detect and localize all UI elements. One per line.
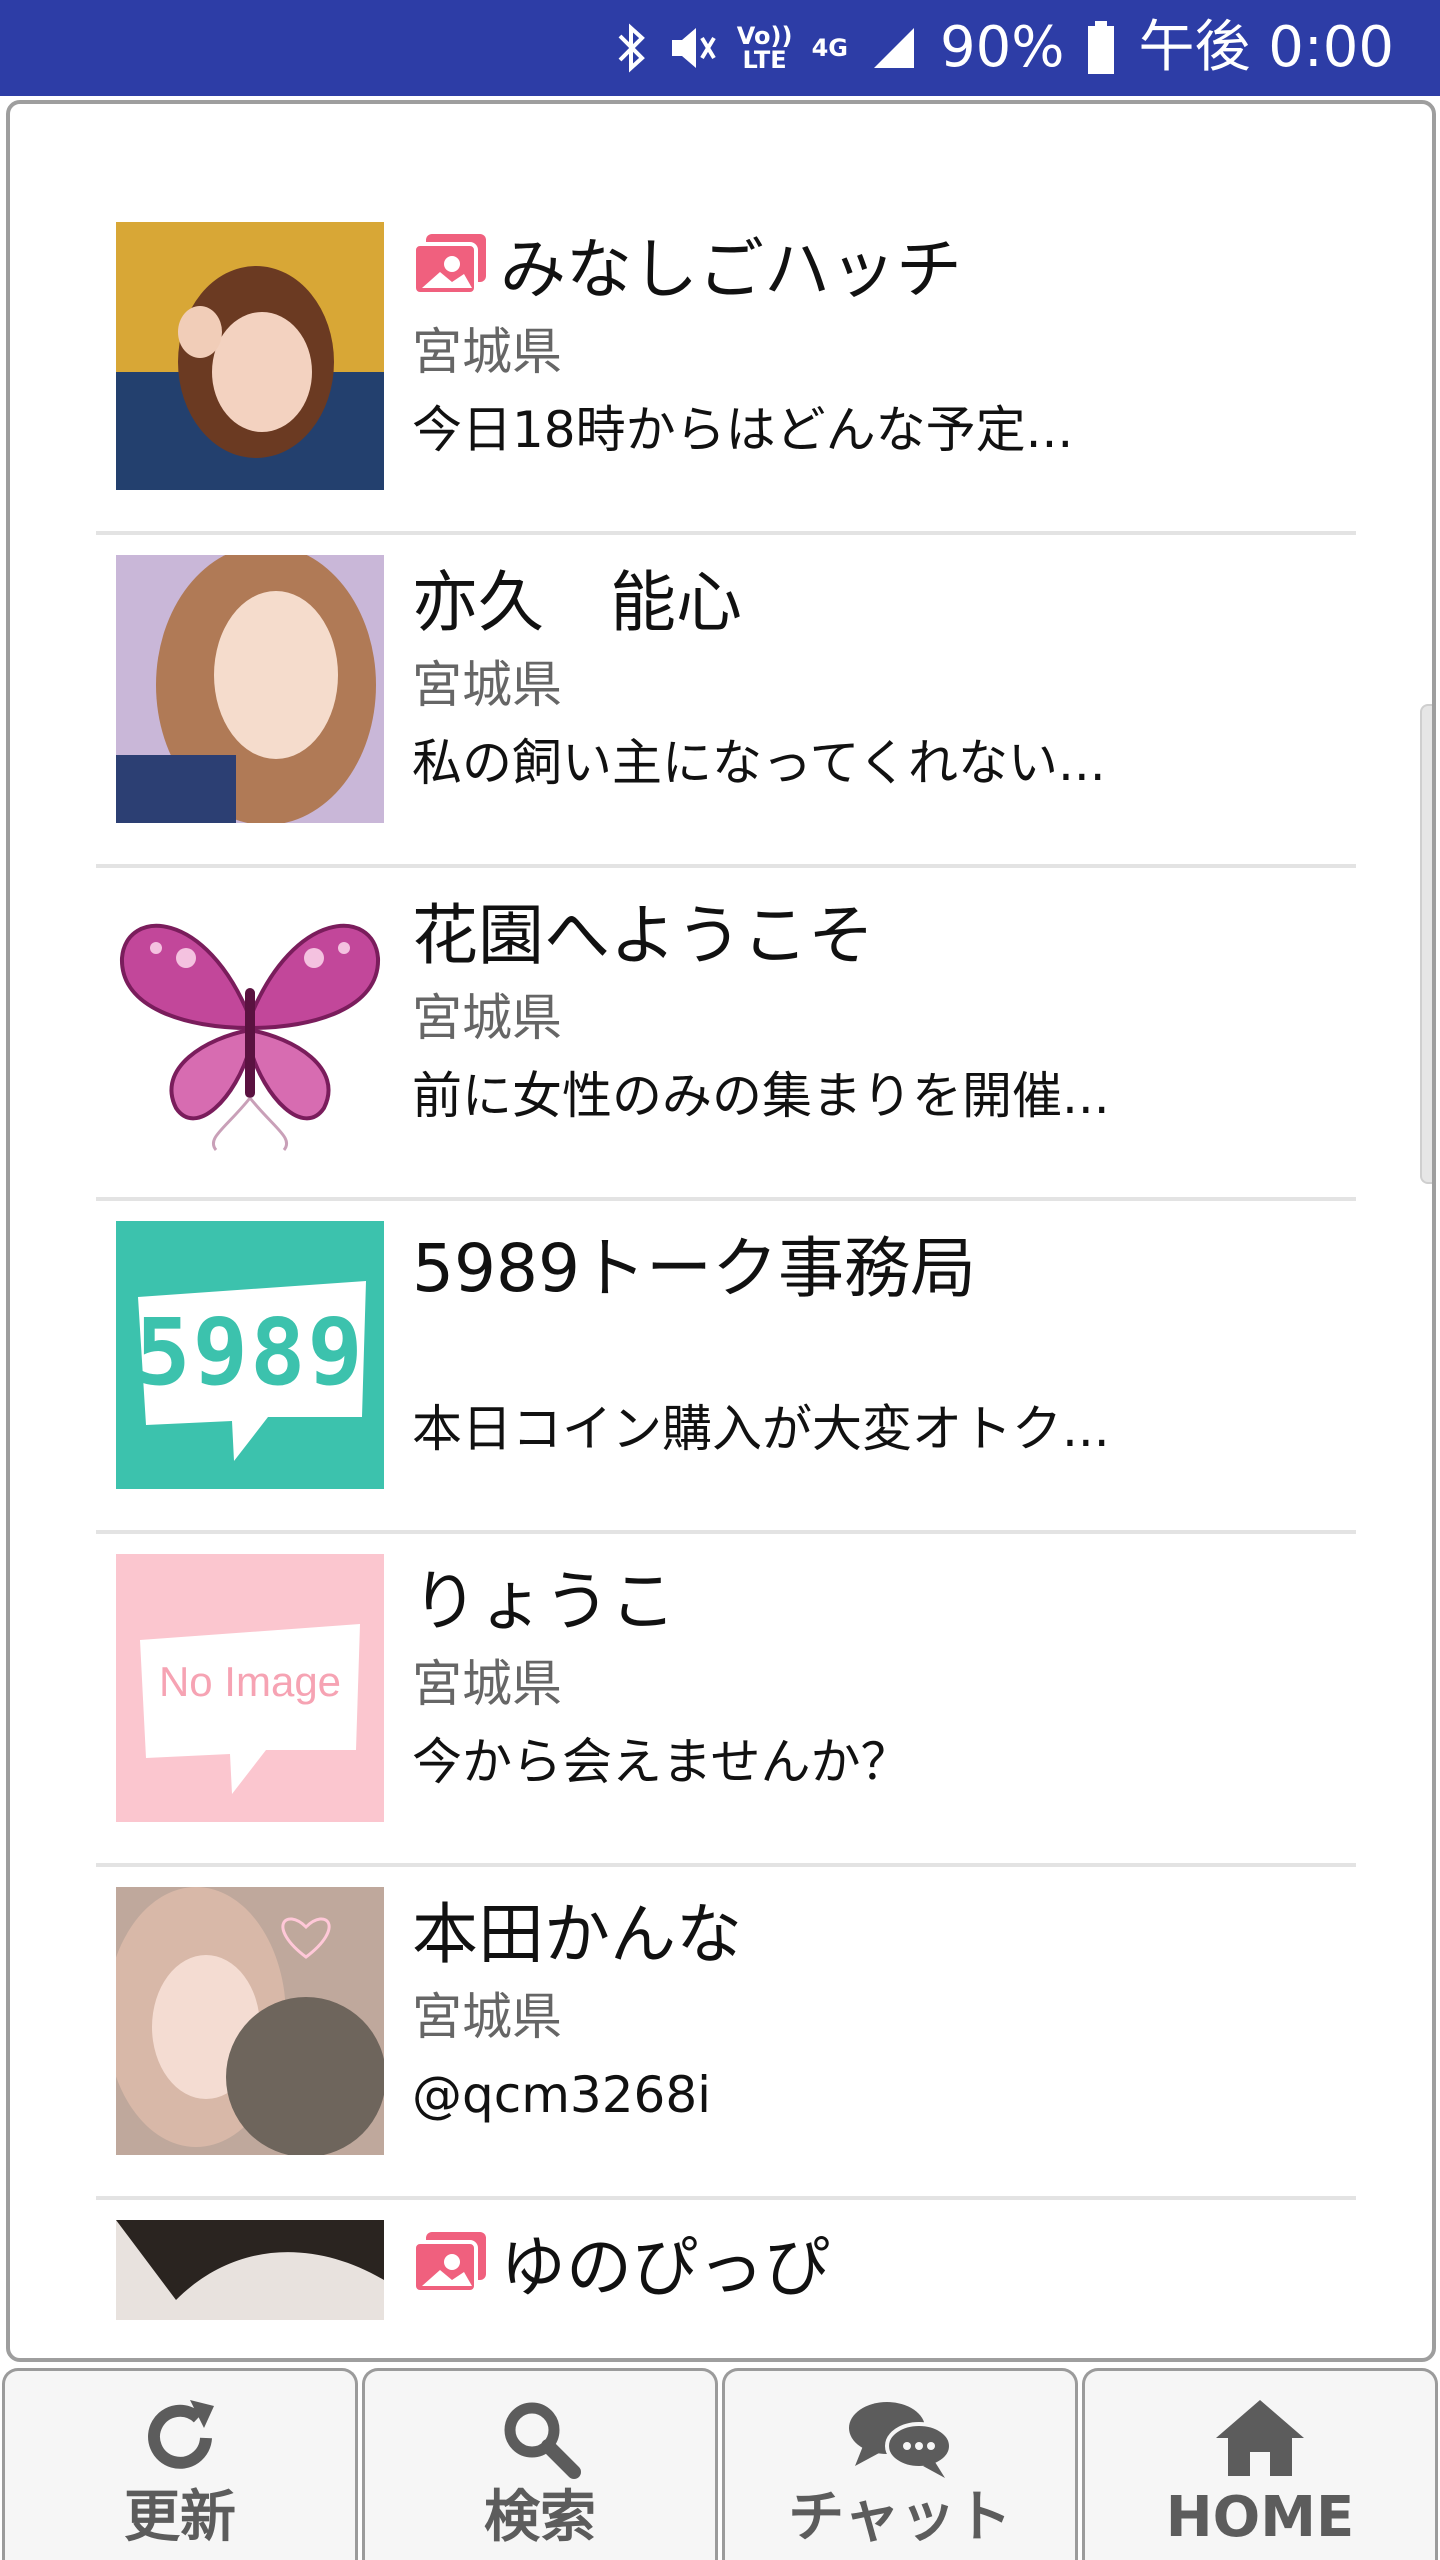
refresh-icon [138, 2390, 222, 2486]
contact-row[interactable]: 5989 5989トーク事務局 本日コイン購入が大変オトク... [96, 1201, 1356, 1534]
avatar [116, 222, 384, 490]
contact-name: みなしごハッチ [500, 231, 962, 308]
contact-message: @qcm3268i [412, 2066, 712, 2124]
volte-indicator: Vo)) LTE [736, 22, 793, 74]
scroll-handle[interactable] [1420, 704, 1432, 1184]
contact-name: ゆのぴっぴ [500, 2229, 830, 2306]
contact-list-panel[interactable]: みなしごハッチ 宮城県 今日18時からはどんな予定... 亦久 能心 宮城県 私… [6, 100, 1436, 2362]
mute-icon [668, 22, 718, 74]
status-bar: Vo)) LTE 4G 90% 午後 0:00 [0, 0, 1440, 96]
photo-badge-icon [412, 230, 490, 298]
contact-prefecture: 宮城県 [412, 1988, 562, 2046]
contact-prefecture [412, 1313, 1356, 1389]
contact-row[interactable]: ゆのぴっぴ [96, 2200, 1356, 2320]
avatar [116, 555, 384, 823]
contact-message: 前に女性のみの集まりを開催... [412, 1067, 1110, 1125]
contact-message: 今から会えませんか？ [412, 1733, 911, 1791]
contact-message: 私の飼い主になってくれない... [412, 734, 1106, 792]
contact-name: 本田かんな [412, 1896, 742, 1973]
search-icon [498, 2390, 582, 2486]
signal-icon [870, 24, 918, 72]
bottom-tab-bar: 更新 検索 チャット HOME [0, 2366, 1440, 2560]
tab-label: 更新 [124, 2485, 236, 2550]
tab-home[interactable]: HOME [1082, 2368, 1438, 2560]
battery-percent: 90% [939, 15, 1065, 80]
tab-refresh[interactable]: 更新 [2, 2368, 358, 2560]
home-icon [1212, 2390, 1308, 2486]
talk-logo-avatar: 5989 [116, 1221, 384, 1489]
no-image-text: No Image [158, 1658, 342, 1705]
contact-row[interactable]: みなしごハッチ 宮城県 今日18時からはどんな予定... [96, 202, 1356, 535]
avatar [116, 2220, 384, 2320]
clock: 午後 0:00 [1138, 15, 1394, 80]
contact-message: 今日18時からはどんな予定... [412, 401, 1074, 459]
contact-row[interactable]: No Image りょうこ 宮城県 今から会えませんか？ [96, 1534, 1356, 1867]
tab-label: HOME [1165, 2485, 1355, 2550]
contact-prefecture: 宮城県 [412, 656, 562, 714]
tab-chat[interactable]: チャット [722, 2368, 1078, 2560]
tab-label: 検索 [484, 2485, 596, 2550]
chat-icon [845, 2390, 955, 2486]
avatar [116, 1887, 384, 2155]
contact-row[interactable]: 花園へようこそ 宮城県 前に女性のみの集まりを開催... [96, 868, 1356, 1201]
contact-row[interactable]: 亦久 能心 宮城県 私の飼い主になってくれない... [96, 535, 1356, 868]
network-type: 4G [811, 34, 848, 62]
contact-message: 本日コイン購入が大変オトク... [412, 1400, 1110, 1458]
contact-prefecture: 宮城県 [412, 1655, 562, 1713]
contact-prefecture: 宮城県 [412, 323, 562, 381]
photo-badge-icon [412, 2228, 490, 2296]
bluetooth-icon [616, 22, 646, 74]
contact-row[interactable]: 本田かんな 宮城県 @qcm3268i [96, 1867, 1356, 2200]
contact-prefecture: 宮城県 [412, 989, 562, 1047]
contact-name: 5989トーク事務局 [412, 1230, 976, 1307]
tab-label: チャット [788, 2485, 1012, 2550]
butterfly-avatar [116, 888, 384, 1156]
battery-icon [1086, 21, 1116, 75]
talk-logo-text: 5989 [135, 1299, 365, 1406]
contact-name: 花園へようこそ [412, 897, 874, 974]
tab-search[interactable]: 検索 [362, 2368, 718, 2560]
no-image-avatar: No Image [116, 1554, 384, 1822]
contact-name: 亦久 能心 [412, 564, 742, 641]
contact-list: みなしごハッチ 宮城県 今日18時からはどんな予定... 亦久 能心 宮城県 私… [96, 202, 1356, 2320]
contact-name: りょうこ [412, 1563, 676, 1640]
